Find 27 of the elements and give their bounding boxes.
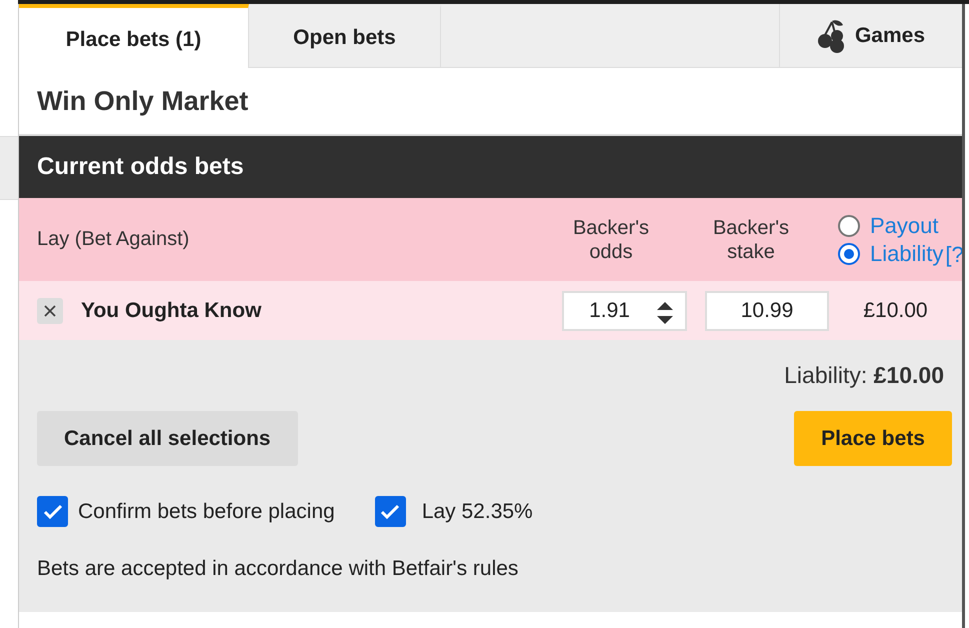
remove-button[interactable]	[37, 298, 63, 324]
rules-note: Bets are accepted in accordance with Betfair's rules	[37, 557, 520, 581]
side-panel-strip	[0, 136, 18, 200]
checkmark-icon	[380, 504, 400, 520]
checkbox-label: Confirm bets before placing	[78, 500, 335, 524]
games-tab[interactable]: Games	[780, 4, 962, 67]
liability-amount: £10.00	[862, 298, 929, 322]
stake-field[interactable]: 10.99	[705, 290, 829, 330]
column-header: Backer's stake	[712, 216, 790, 264]
column-header: Backer's odds	[572, 216, 650, 264]
radio-button[interactable]	[838, 214, 860, 236]
section-header: Current odds bets	[19, 136, 962, 198]
cherries-icon	[816, 18, 845, 52]
checkbox-label: Lay 52.35%	[422, 500, 533, 524]
checkbox[interactable]	[37, 496, 68, 527]
stepper-icon[interactable]	[655, 300, 675, 324]
bet-type-label: Lay (Bet Against)	[37, 228, 190, 251]
checkbox[interactable]	[374, 496, 406, 527]
place-bets-button[interactable]: Place bets	[794, 411, 952, 466]
close-icon	[44, 304, 56, 316]
selection-name: You Oughta Know	[81, 298, 262, 322]
liability-total: Liability: £10.00	[784, 362, 944, 389]
checkmark-icon	[42, 504, 62, 520]
tab[interactable]: Place bets (1)	[19, 4, 249, 68]
cancel-button[interactable]: Cancel all selections	[37, 411, 298, 466]
odds-field[interactable]: 1.91	[562, 290, 687, 330]
radio-button[interactable]	[838, 242, 860, 264]
